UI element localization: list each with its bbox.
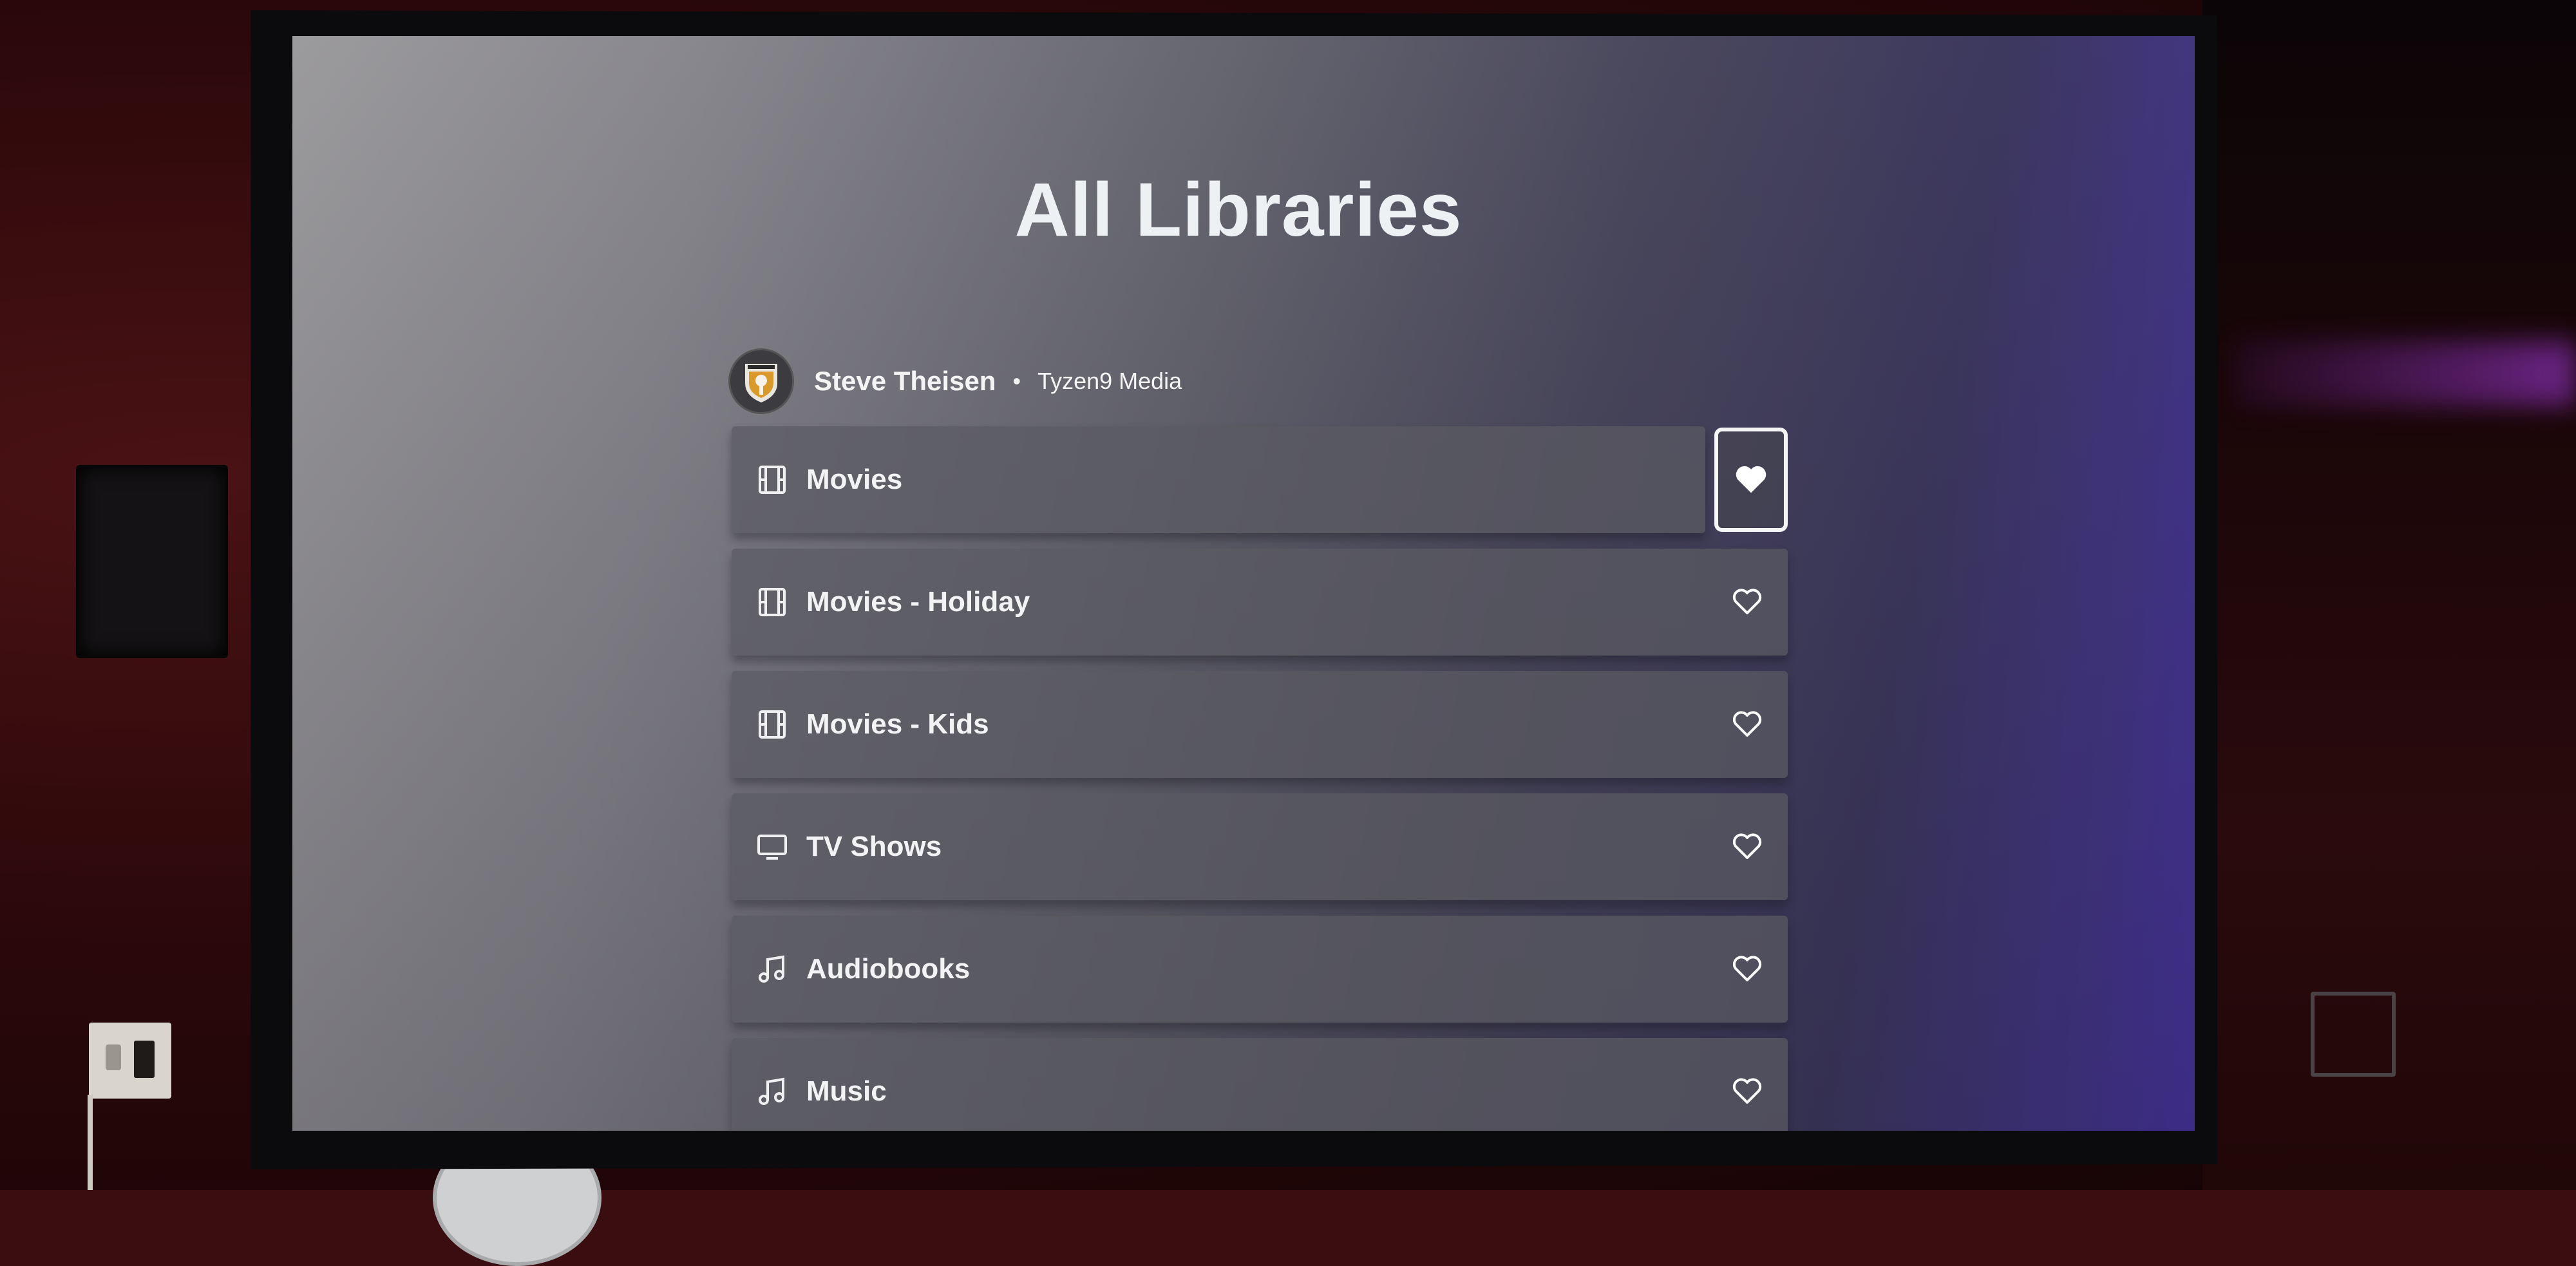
heart-filled-icon	[1736, 466, 1766, 493]
heart-outline-icon	[1732, 589, 1762, 614]
library-label: Movies - Holiday	[806, 586, 1030, 618]
heart-outline-icon	[1732, 833, 1762, 859]
favorite-button[interactable]	[1725, 824, 1770, 869]
library-item-button[interactable]: Movies	[732, 426, 1705, 533]
user-name: Steve Theisen	[814, 366, 996, 396]
library-item-button[interactable]: Audiobooks	[732, 916, 1788, 1023]
library-item-button[interactable]: Movies - Kids	[732, 671, 1788, 778]
library-item-movies-holiday[interactable]: Movies - Holiday	[732, 549, 1788, 656]
library-label: Music	[806, 1075, 887, 1107]
film-icon	[759, 710, 786, 739]
library-item-music[interactable]: Music	[732, 1038, 1788, 1131]
music-note-icon	[759, 1077, 784, 1105]
wall-outlet	[89, 1023, 171, 1099]
tyzen9-logo-icon	[745, 364, 777, 402]
library-item-button[interactable]: Music	[732, 1038, 1788, 1131]
library-item-movies-kids[interactable]: Movies - Kids	[732, 671, 1788, 778]
favorite-button[interactable]	[1725, 580, 1770, 625]
server-header: Steve Theisen • Tyzen9 Media	[730, 350, 1182, 412]
wall-speaker	[76, 465, 228, 658]
library-label: TV Shows	[806, 831, 942, 862]
server-name: Tyzen9 Media	[1037, 368, 1182, 394]
film-icon	[759, 466, 786, 494]
library-item-movies[interactable]: Movies	[732, 426, 1788, 533]
heart-outline-icon	[1732, 956, 1762, 981]
library-item-button[interactable]: Movies - Holiday	[732, 549, 1788, 656]
ambient-light	[2235, 341, 2576, 406]
power-cord	[88, 1095, 93, 1190]
tv-icon	[757, 835, 787, 860]
wall-box	[2311, 992, 2396, 1077]
heart-outline-icon	[1732, 1078, 1762, 1104]
page-title: All Libraries	[1014, 167, 1463, 252]
film-icon	[759, 588, 786, 616]
library-label: Movies - Kids	[806, 708, 989, 740]
heart-outline-icon	[1732, 711, 1762, 737]
favorite-button[interactable]	[1714, 428, 1788, 532]
library-list: Movies Movies - Holiday Movies - Kids TV…	[732, 426, 1788, 1131]
favorite-button[interactable]	[1725, 1069, 1770, 1114]
library-item-button[interactable]: TV Shows	[732, 793, 1788, 900]
avatar	[730, 350, 792, 412]
header-separator: •	[1012, 368, 1021, 394]
library-label: Movies	[806, 464, 903, 495]
music-note-icon	[759, 955, 784, 983]
favorite-button[interactable]	[1725, 702, 1770, 747]
library-label: Audiobooks	[806, 953, 971, 985]
favorite-button[interactable]	[1725, 947, 1770, 992]
library-item-tv-shows[interactable]: TV Shows	[732, 793, 1788, 900]
library-item-audiobooks[interactable]: Audiobooks	[732, 916, 1788, 1023]
app-screen: All Libraries Steve Theisen • Tyzen9 Med…	[292, 36, 2195, 1131]
